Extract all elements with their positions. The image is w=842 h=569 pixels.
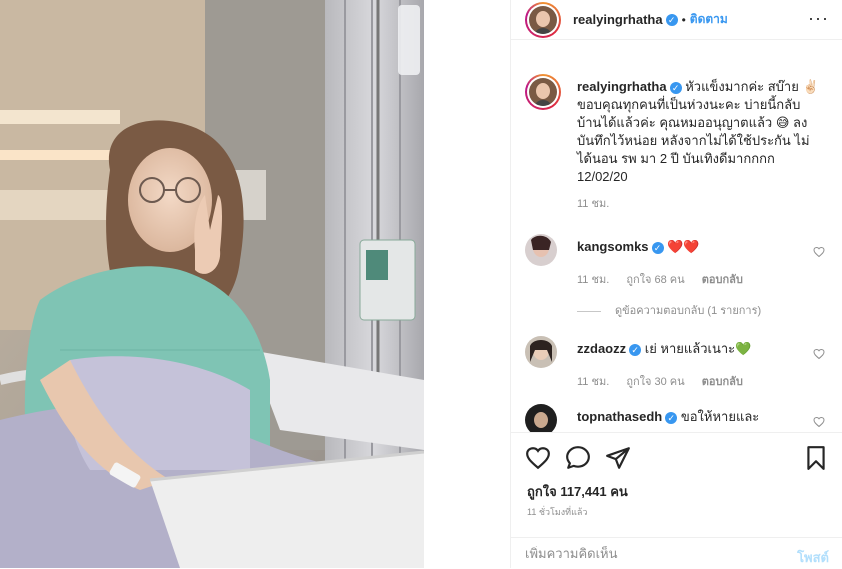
reply-button[interactable]: ตอบกลับ (702, 376, 743, 388)
story-ring[interactable] (525, 1, 561, 38)
comment-likes[interactable]: ถูกใจ 68 คน (626, 274, 684, 286)
verified-badge-icon: ✓ (665, 411, 678, 424)
comment-row: topnathasedh ✓ ขอให้หายและ (525, 404, 825, 432)
comment-row: zzdaozz ✓ เย่ หายแล้วเนาะ💚 11 ชม. ถูกใจ 3… (525, 336, 825, 396)
add-comment-input[interactable] (525, 546, 785, 561)
divider-line (577, 310, 601, 312)
comment-row: kangsomks ✓ ❤️❤️ 11 ชม. ถูกใจ 68 คน ตอบกล… (525, 234, 825, 294)
caption-avatar (529, 78, 557, 106)
post-side-panel: realyingrhatha ✓ • ติดตาม ··· realyingrh… (510, 0, 842, 568)
save-bookmark-icon[interactable] (803, 445, 829, 471)
comment-avatar[interactable] (525, 404, 557, 432)
profile-photo-icon (530, 340, 552, 362)
comment-text-block: kangsomks ✓ ❤️❤️ (577, 238, 819, 256)
comment-text: ขอให้หายและ (680, 409, 760, 424)
posted-time[interactable]: 11 ชั่วโมงที่แล้ว (527, 505, 587, 519)
reply-button[interactable]: ตอบกลับ (702, 274, 743, 286)
share-send-icon[interactable] (605, 445, 631, 471)
like-comment-heart-icon[interactable] (813, 246, 825, 258)
verified-badge-icon: ✓ (669, 81, 682, 94)
comment-avatar[interactable] (525, 234, 557, 266)
profile-photo-icon (534, 412, 548, 428)
comment-likes[interactable]: ถูกใจ 30 คน (626, 376, 684, 388)
hospital-photo-image (0, 0, 424, 568)
post-photo[interactable] (0, 0, 424, 568)
caption-row: realyingrhatha ✓ หัวแข็งมากค่ะ สบ๊าย ✌🏻 ข… (525, 74, 825, 224)
comment-username[interactable]: topnathasedh (577, 409, 662, 424)
header-username[interactable]: realyingrhatha (573, 12, 663, 27)
comment-username[interactable]: kangsomks (577, 239, 649, 254)
verified-badge-icon: ✓ (651, 241, 664, 254)
post-header: realyingrhatha ✓ • ติดตาม ··· (511, 0, 842, 40)
comment-text-block: zzdaozz ✓ เย่ หายแล้วเนาะ💚 (577, 340, 819, 358)
view-replies-button[interactable]: ดูข้อความตอบกลับ (1 รายการ) (577, 301, 761, 319)
caption-story-ring[interactable] (525, 74, 561, 110)
view-replies-label: ดูข้อความตอบกลับ (1 รายการ) (615, 305, 762, 317)
separator-dot: • (681, 12, 686, 27)
comment-text: ❤️❤️ (667, 239, 700, 254)
comment-text-block: topnathasedh ✓ ขอให้หายและ (577, 408, 819, 426)
caption-meta: 11 ชม. (577, 194, 623, 212)
like-comment-heart-icon[interactable] (813, 348, 825, 360)
profile-photo-icon (531, 235, 551, 257)
post-actions: ถูกใจ 117,441 คน 11 ชั่วโมงที่แล้ว โพสต์ (511, 432, 842, 568)
profile-photo-icon (535, 83, 551, 106)
comment-username[interactable]: zzdaozz (577, 341, 626, 356)
like-count[interactable]: ถูกใจ 117,441 คน (527, 481, 628, 502)
comment-time[interactable]: 11 ชม. (577, 376, 609, 388)
caption-text-block: realyingrhatha ✓ หัวแข็งมากค่ะ สบ๊าย ✌🏻 ข… (577, 78, 819, 186)
comment-time[interactable]: 11 ชม. (577, 274, 609, 286)
post-comment-button[interactable]: โพสต์ (797, 547, 829, 568)
comment-bubble-icon[interactable] (565, 445, 591, 471)
caption-text: หัวแข็งมากค่ะ สบ๊าย ✌🏻 ขอบคุณทุกคนที่เป็… (577, 79, 819, 184)
comment-meta: 11 ชม. ถูกใจ 30 คน ตอบกลับ (577, 372, 757, 390)
instagram-post: realyingrhatha ✓ • ติดตาม ··· realyingrh… (0, 0, 842, 568)
more-options-button[interactable]: ··· (808, 9, 829, 27)
profile-photo-icon (535, 10, 551, 34)
verified-badge-icon: ✓ (665, 13, 678, 26)
follow-button[interactable]: ติดตาม (690, 10, 728, 29)
comments-list[interactable]: realyingrhatha ✓ หัวแข็งมากค่ะ สบ๊าย ✌🏻 ข… (511, 60, 842, 432)
like-heart-icon[interactable] (525, 445, 551, 471)
comment-composer: โพสต์ (511, 537, 842, 569)
comment-text: เย่ หายแล้วเนาะ💚 (644, 341, 752, 356)
verified-badge-icon: ✓ (629, 343, 642, 356)
caption-time[interactable]: 11 ชม. (577, 198, 609, 210)
caption-username[interactable]: realyingrhatha (577, 79, 667, 94)
avatar (529, 5, 557, 34)
header-identity: realyingrhatha ✓ • ติดตาม (573, 10, 728, 29)
comment-avatar[interactable] (525, 336, 557, 368)
like-comment-heart-icon[interactable] (813, 416, 825, 428)
comment-meta: 11 ชม. ถูกใจ 68 คน ตอบกลับ (577, 270, 757, 288)
